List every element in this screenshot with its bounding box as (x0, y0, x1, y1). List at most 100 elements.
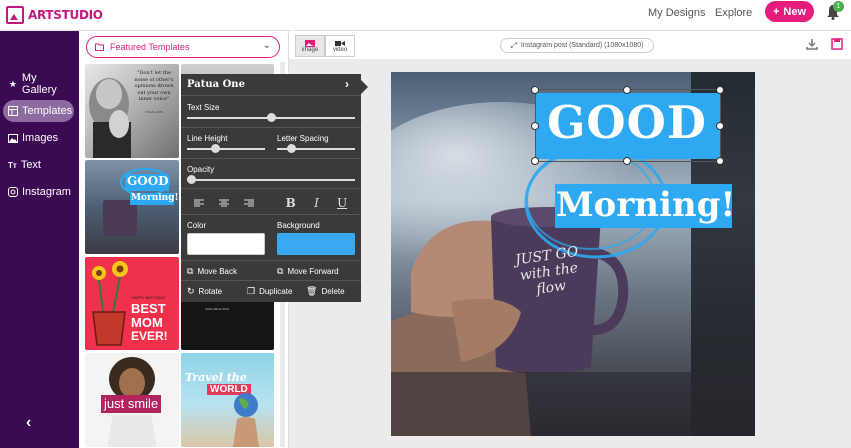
image-icon (8, 133, 18, 143)
sidebar-item-templates[interactable]: Templates (3, 100, 74, 122)
text-size-slider[interactable] (187, 113, 355, 122)
template-thumb-travel[interactable]: Travel the WORLD (181, 353, 274, 447)
top-bar: ARTSTUDIO My Designs Explore + New 1 (0, 0, 851, 31)
thumb-good-text: GOOD (127, 174, 169, 188)
text-format-row: B I U (187, 193, 355, 212)
resize-handle-b[interactable] (623, 157, 631, 165)
rotate-button[interactable]: ↻ Rotate (187, 286, 222, 297)
align-left-button[interactable] (187, 193, 212, 212)
font-selector[interactable]: Patua One › (181, 74, 361, 96)
italic-button[interactable]: I (304, 193, 330, 212)
rotate-icon: ↻ (187, 286, 195, 296)
thumb-mom: MOM (131, 315, 163, 330)
folder-icon (95, 43, 104, 51)
divider (181, 214, 361, 215)
resize-handle-r[interactable] (716, 122, 724, 130)
opacity-knob[interactable] (187, 175, 196, 184)
template-thumb-quote[interactable]: "Don't let the noise of other's opinions… (85, 64, 179, 158)
sidebar-item-text[interactable]: Tт Text (3, 154, 74, 176)
sidebar-item-instagram[interactable]: Instagram (3, 181, 74, 203)
thumb-best: BEST (131, 301, 166, 316)
bold-button[interactable]: B (278, 193, 304, 212)
move-forward-icon: ⧉ (277, 266, 284, 276)
logo[interactable]: ARTSTUDIO (6, 3, 103, 27)
resize-handle-bl[interactable] (531, 157, 539, 165)
sidebar-item-my-gallery[interactable]: ★ My Gallery (3, 72, 74, 96)
thumb-just-smile-text: just smile (101, 395, 162, 413)
download-icon[interactable] (806, 38, 818, 50)
selection-outline (535, 89, 721, 162)
save-icon[interactable] (831, 38, 843, 50)
quote-author: STEVE JOBS (144, 110, 164, 114)
canvas-size-selector[interactable]: ⤢ Instagram post (Standard) (1080x1080) (500, 38, 654, 53)
quote-text: "Don't let the noise of other's opinions… (134, 70, 174, 102)
canvas-toolbar: image video ⤢ Instagram post (Standard) … (289, 31, 851, 59)
line-height-slider[interactable] (187, 144, 265, 153)
move-forward-button[interactable]: ⧉ Move Forward (277, 266, 339, 277)
delete-button[interactable]: 🗑 Delete (306, 286, 345, 297)
image-mode-button[interactable]: image (295, 35, 325, 57)
text-size-knob[interactable] (266, 113, 276, 122)
resize-icon: ⤢ (510, 40, 517, 50)
color-label: Color (187, 221, 207, 230)
template-thumb-birthday[interactable]: HAPPY BIRTHDAY BEST MOM EVER! (85, 257, 179, 350)
instagram-icon (8, 187, 18, 197)
nav-explore[interactable]: Explore (715, 7, 752, 19)
letter-spacing-knob[interactable] (287, 144, 297, 153)
canvas-text-morning[interactable]: Morning! (556, 185, 735, 225)
thumb-happy-birthday: HAPPY BIRTHDAY (131, 295, 166, 300)
align-center-button[interactable] (212, 193, 237, 212)
template-thumb-good-morning[interactable]: GOOD Morning! (85, 160, 179, 254)
divider (181, 280, 361, 281)
panel-pointer (361, 80, 368, 94)
thumb-morning-text: Morning! (131, 193, 179, 203)
templates-icon (8, 106, 18, 116)
star-icon: ★ (8, 78, 17, 89)
notification-badge: 1 (833, 1, 844, 12)
sidebar: ★ My Gallery Templates Images Tт Text In… (0, 31, 79, 448)
divider (181, 260, 361, 261)
text-properties-panel: Patua One › Text Size Line Height Letter… (181, 74, 368, 302)
align-left-icon (194, 199, 205, 206)
opacity-label: Opacity (187, 165, 215, 174)
collapse-sidebar-icon[interactable]: ‹ (26, 414, 31, 432)
line-height-knob[interactable] (211, 144, 221, 153)
globe-hand-image (233, 393, 259, 447)
resize-handle-br[interactable] (716, 157, 724, 165)
divider (181, 127, 361, 128)
background-color-swatch[interactable] (277, 233, 355, 255)
text-size-label: Text Size (187, 103, 220, 112)
align-right-icon (243, 199, 254, 206)
logo-text: ARTSTUDIO (28, 8, 103, 22)
resize-handle-tl[interactable] (531, 86, 539, 94)
resize-handle-t[interactable] (623, 86, 631, 94)
resize-handle-tr[interactable] (716, 86, 724, 94)
text-icon: Tт (8, 160, 17, 170)
divider (181, 158, 361, 159)
chevron-right-icon: › (345, 77, 349, 91)
underline-button[interactable]: U (329, 193, 355, 212)
line-height-label: Line Height (187, 134, 228, 143)
align-center-icon (219, 199, 230, 206)
video-mode-button[interactable]: video (325, 35, 355, 57)
trash-icon: 🗑 (306, 286, 318, 296)
logo-icon (6, 6, 24, 24)
text-color-swatch[interactable] (187, 233, 265, 255)
duplicate-button[interactable]: ❐ Duplicate (247, 286, 292, 297)
nav-my-designs[interactable]: My Designs (648, 7, 705, 19)
letter-spacing-slider[interactable] (277, 144, 355, 153)
image-icon (305, 39, 315, 47)
opacity-slider[interactable] (187, 175, 355, 184)
move-back-button[interactable]: ⧉ Move Back (187, 266, 237, 277)
letter-spacing-label: Letter Spacing (277, 134, 329, 143)
align-right-button[interactable] (236, 193, 261, 212)
background-label: Background (277, 221, 320, 230)
new-button[interactable]: + New (765, 1, 814, 22)
plus-icon: + (772, 5, 780, 18)
resize-handle-l[interactable] (531, 122, 539, 130)
sidebar-item-images[interactable]: Images (3, 127, 74, 149)
template-thumb-just-smile[interactable]: just smile (85, 353, 179, 447)
templates-dropdown[interactable]: Featured Templates ⌄ (86, 36, 280, 58)
video-icon (335, 40, 345, 46)
duplicate-icon: ❐ (247, 286, 256, 296)
